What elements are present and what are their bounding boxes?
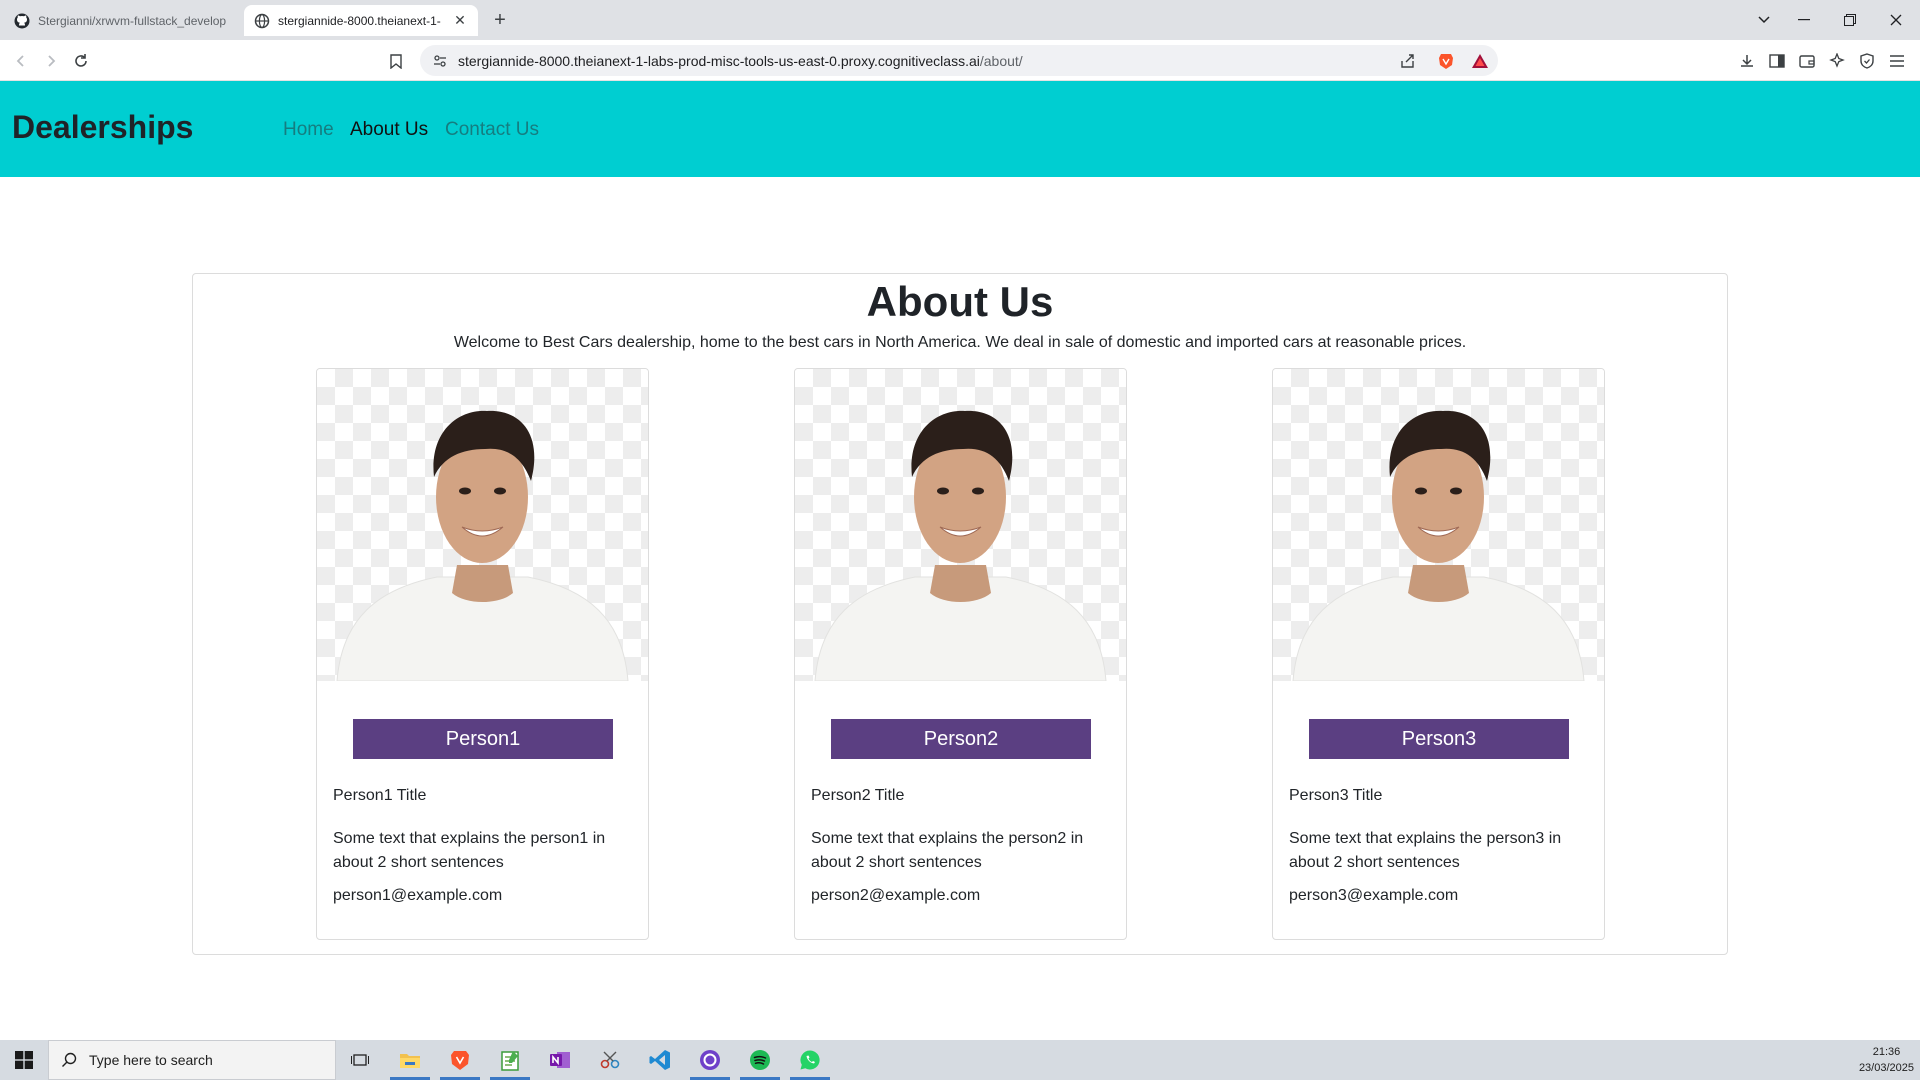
nav-link-contact-us[interactable]: Contact Us <box>445 119 539 141</box>
spotify-icon[interactable] <box>736 1040 784 1080</box>
github-icon <box>14 13 30 29</box>
brand-logo-text[interactable]: Dealerships <box>12 109 193 146</box>
person-name-badge: Person3 <box>1309 719 1569 759</box>
site-settings-icon[interactable] <box>428 49 452 73</box>
windows-taskbar: Type here to search 21:36 23/03/2025 <box>0 1040 1920 1080</box>
minimize-button[interactable] <box>1786 4 1822 36</box>
clock-date: 23/03/2025 <box>1858 1062 1914 1074</box>
clock-time: 21:36 <box>1872 1046 1901 1058</box>
search-placeholder: Type here to search <box>89 1052 213 1068</box>
wallet-icon[interactable] <box>1794 48 1820 74</box>
download-icon[interactable] <box>1734 48 1760 74</box>
person-photo <box>1273 369 1604 681</box>
notepad-icon[interactable] <box>486 1040 534 1080</box>
person-email: person3@example.com <box>1289 887 1459 904</box>
taskbar-clock[interactable]: 21:36 23/03/2025 <box>1859 1044 1914 1076</box>
browser-tab-bar: Stergianni/xrwvm-fullstack_develop sterg… <box>0 0 1920 40</box>
taskbar-search-box[interactable]: Type here to search <box>48 1040 336 1080</box>
reload-icon[interactable] <box>68 48 94 74</box>
brave-icon[interactable] <box>436 1040 484 1080</box>
url-host: stergiannide-8000.theianext-1-labs-prod-… <box>458 53 980 69</box>
file-explorer-icon[interactable] <box>386 1040 434 1080</box>
brave-shields-icon[interactable] <box>1434 49 1458 73</box>
task-view-icon[interactable] <box>336 1040 384 1080</box>
leo-ai-icon[interactable] <box>1824 48 1850 74</box>
windows-start-icon[interactable] <box>0 1040 48 1080</box>
person-name-badge: Person2 <box>831 719 1091 759</box>
person-title: Person2 Title <box>811 787 905 804</box>
share-icon[interactable] <box>1396 49 1420 73</box>
tab-search-icon[interactable] <box>1746 4 1782 36</box>
vpn-icon[interactable] <box>1854 48 1880 74</box>
search-icon <box>49 1052 89 1068</box>
menu-icon[interactable] <box>1884 48 1910 74</box>
person-email: person2@example.com <box>811 887 981 904</box>
close-tab-icon[interactable]: ✕ <box>452 12 468 29</box>
person-photo <box>317 369 648 681</box>
snipping-tool-icon[interactable] <box>586 1040 634 1080</box>
browser-toolbar: stergiannide-8000.theianext-1-labs-prod-… <box>0 40 1920 81</box>
person-title: Person1 Title <box>333 787 427 804</box>
person-photo <box>795 369 1126 681</box>
person-description: Some text that explains the person2 in a… <box>811 830 1084 871</box>
back-icon[interactable] <box>8 48 34 74</box>
url-text: stergiannide-8000.theianext-1-labs-prod-… <box>458 53 1023 69</box>
brave-rewards-icon[interactable] <box>1468 49 1492 73</box>
person-description: Some text that explains the person3 in a… <box>1289 830 1562 871</box>
about-us-card: About Us Welcome to Best Cars dealership… <box>192 273 1728 955</box>
page-title: About Us <box>866 278 1054 325</box>
forward-icon[interactable] <box>38 48 64 74</box>
person-card: Person2 Person2 Title Some text that exp… <box>794 368 1127 940</box>
new-tab-button[interactable]: + <box>488 8 512 32</box>
restore-button[interactable] <box>1832 4 1868 36</box>
nav-link-about-us[interactable]: About Us <box>350 119 428 141</box>
tab-title: Stergianni/xrwvm-fullstack_develop <box>38 13 227 28</box>
sidebar-icon[interactable] <box>1764 48 1790 74</box>
whatsapp-icon[interactable] <box>786 1040 834 1080</box>
url-path: /about/ <box>979 53 1023 69</box>
about-description: Welcome to Best Cars dealership, home to… <box>453 334 1467 351</box>
person-title: Person3 Title <box>1289 787 1383 804</box>
address-bar[interactable]: stergiannide-8000.theianext-1-labs-prod-… <box>420 45 1498 76</box>
person-email: person1@example.com <box>333 887 503 904</box>
nav-link-home[interactable]: Home <box>283 119 334 141</box>
bookmark-icon[interactable] <box>383 48 409 74</box>
tab-title: stergiannide-8000.theianext-1- <box>278 13 441 28</box>
site-navbar: Dealerships Home About Us Contact Us <box>0 81 1920 177</box>
person-card: Person1 Person1 Title Some text that exp… <box>316 368 649 940</box>
close-window-button[interactable] <box>1878 4 1914 36</box>
person-card: Person3 Person3 Title Some text that exp… <box>1272 368 1605 940</box>
person-description: Some text that explains the person1 in a… <box>333 830 606 871</box>
browser-tab-github[interactable]: Stergianni/xrwvm-fullstack_develop <box>4 5 242 36</box>
person-name-badge: Person1 <box>353 719 613 759</box>
onenote-icon[interactable] <box>536 1040 584 1080</box>
browser-tab-active[interactable]: stergiannide-8000.theianext-1- ✕ <box>244 5 478 36</box>
vscode-icon[interactable] <box>636 1040 684 1080</box>
github-desktop-icon[interactable] <box>686 1040 734 1080</box>
globe-icon <box>254 13 270 29</box>
